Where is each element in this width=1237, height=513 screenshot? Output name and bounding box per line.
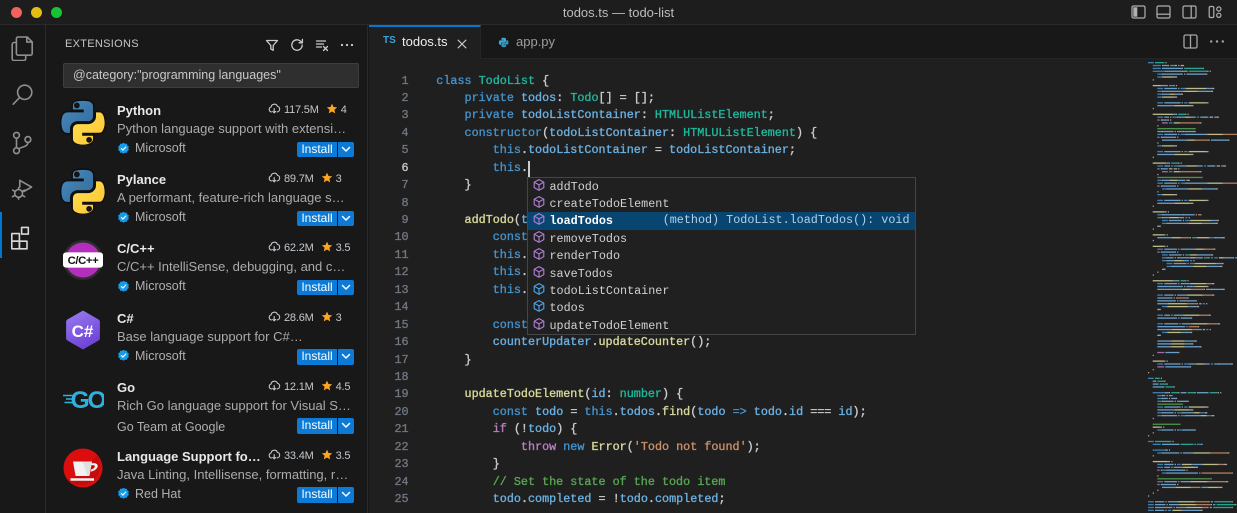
svg-text:GO: GO (71, 387, 104, 414)
svg-text:C/C++: C/C++ (68, 255, 99, 267)
svg-text:C#: C# (72, 322, 94, 341)
